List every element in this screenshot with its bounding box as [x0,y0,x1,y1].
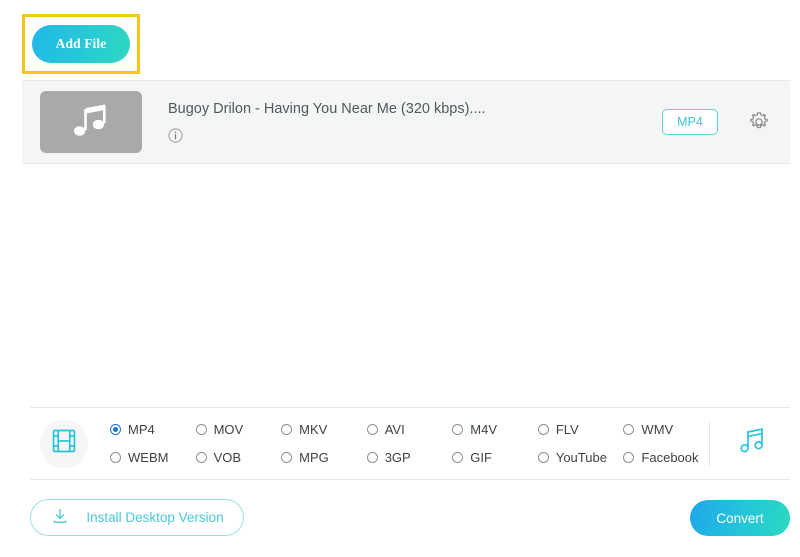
music-note-icon [71,104,111,140]
file-title: Bugoy Drilon - Having You Near Me (320 k… [168,101,662,117]
radio-indicator[interactable] [538,424,549,435]
format-option-mkv[interactable]: MKV [281,422,367,437]
format-panel: MP4 MOV MKV AVI M4V FLV WMV WEBM VOB MPG… [30,407,790,480]
format-option-facebook[interactable]: Facebook [623,450,709,465]
file-meta: Bugoy Drilon - Having You Near Me (320 k… [168,101,662,143]
format-option-mov[interactable]: MOV [196,422,282,437]
radio-indicator[interactable] [196,452,207,463]
radio-indicator[interactable] [367,424,378,435]
format-option-label: WEBM [128,450,168,465]
radio-indicator[interactable] [110,424,121,435]
gear-icon[interactable] [748,111,770,133]
empty-file-area [22,165,790,405]
radio-indicator[interactable] [196,424,207,435]
format-option-label: MPG [299,450,329,465]
format-option-flv[interactable]: FLV [538,422,624,437]
format-option-label: VOB [214,450,241,465]
install-desktop-version-button[interactable]: Install Desktop Version [30,499,244,536]
radio-indicator[interactable] [452,452,463,463]
info-icon[interactable] [168,128,183,143]
format-option-label: WMV [641,422,673,437]
radio-indicator[interactable] [623,452,634,463]
add-file-button[interactable]: Add File [32,25,130,63]
format-radio-grid: MP4 MOV MKV AVI M4V FLV WMV WEBM VOB MPG… [110,417,709,470]
film-strip-icon [51,428,77,459]
radio-indicator[interactable] [623,424,634,435]
format-option-label: AVI [385,422,405,437]
format-option-label: 3GP [385,450,411,465]
file-format-badge[interactable]: MP4 [662,109,718,135]
format-option-youtube[interactable]: YouTube [538,450,624,465]
install-button-label: Install Desktop Version [86,510,223,525]
format-option-mp4[interactable]: MP4 [110,422,196,437]
audio-category-button[interactable] [732,424,772,464]
format-option-label: MP4 [128,422,155,437]
file-thumbnail [40,91,142,153]
music-note-icon [737,427,767,460]
format-option-m4v[interactable]: M4V [452,422,538,437]
add-file-highlight-box: Add File [22,14,140,74]
format-option-label: FLV [556,422,579,437]
radio-indicator[interactable] [281,424,292,435]
panel-divider [709,422,710,466]
radio-indicator[interactable] [452,424,463,435]
format-option-label: MKV [299,422,327,437]
download-icon [50,506,70,529]
format-option-label: Facebook [641,450,698,465]
converter-app: Add File Bugoy Drilon - Having You Near … [0,0,800,557]
radio-indicator[interactable] [281,452,292,463]
radio-indicator[interactable] [110,452,121,463]
format-option-webm[interactable]: WEBM [110,450,196,465]
format-option-label: M4V [470,422,497,437]
format-option-avi[interactable]: AVI [367,422,453,437]
format-option-label: GIF [470,450,492,465]
radio-indicator[interactable] [367,452,378,463]
format-option-mpg[interactable]: MPG [281,450,367,465]
convert-button[interactable]: Convert [690,500,790,536]
video-category-button[interactable] [40,420,88,468]
format-option-vob[interactable]: VOB [196,450,282,465]
format-option-3gp[interactable]: 3GP [367,450,453,465]
format-option-label: YouTube [556,450,607,465]
radio-indicator[interactable] [538,452,549,463]
format-option-label: MOV [214,422,244,437]
file-list-row[interactable]: Bugoy Drilon - Having You Near Me (320 k… [22,80,790,164]
format-option-gif[interactable]: GIF [452,450,538,465]
format-option-wmv[interactable]: WMV [623,422,709,437]
